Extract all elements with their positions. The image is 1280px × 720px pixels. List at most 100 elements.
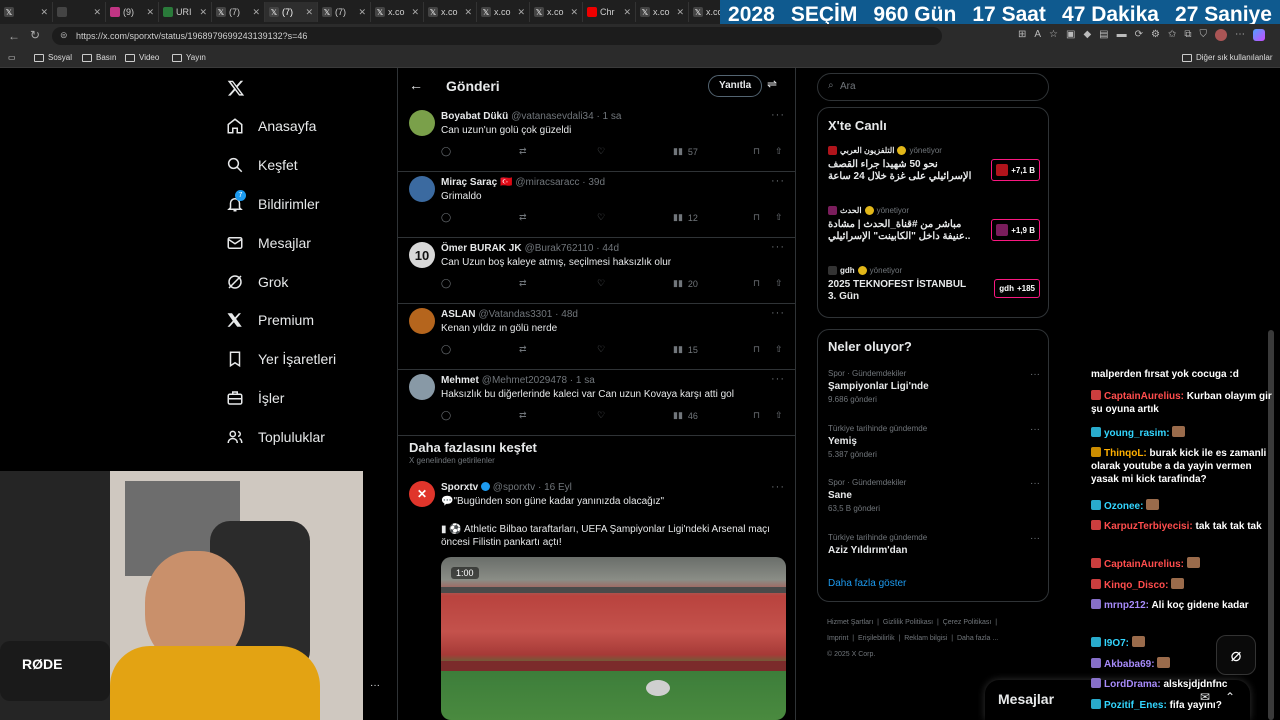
more-options-icon[interactable]: ··· [771,373,785,385]
bookmark-button[interactable]: ⊓ [753,344,760,355]
more-options-icon[interactable]: ··· [1030,424,1040,435]
more-options-icon[interactable]: ··· [1030,369,1040,380]
browser-tab[interactable]: 𝕏x.co ✕ [636,2,689,22]
close-tab-icon[interactable]: ✕ [570,7,578,18]
trend-item[interactable]: Türkiye tarihinde gündemde Aziz Yıldırım'… [828,533,1040,556]
extension-icon[interactable]: ⊞ [1018,29,1026,45]
retweet-button[interactable]: ⇄ [519,278,527,289]
bookmark-button[interactable]: ⊓ [753,278,760,289]
avatar[interactable]: 10 [409,242,435,268]
live-listener-badge[interactable]: gdh +185 [994,279,1040,298]
close-tab-icon[interactable]: ✕ [146,7,154,18]
browser-tab[interactable]: URI ✕ [159,2,212,22]
extension-icon[interactable]: ⟳ [1135,29,1143,45]
extension-icon[interactable]: ▬ [1117,29,1127,45]
footer-link[interactable]: Reklam bilgisi [904,635,947,642]
bookmark-button[interactable]: ⊓ [753,410,760,421]
bookmark-folder-video[interactable]: Video [125,53,159,62]
search-field[interactable]: ⌕ Ara [817,73,1049,101]
back-arrow-icon[interactable]: ← [409,77,423,93]
reply-author[interactable]: ASLAN @Vatandas3301 · 48d [441,309,578,320]
share-button[interactable]: ⇧ [775,212,783,223]
browser-tab[interactable]: 𝕏 (7) ✕ [318,2,371,22]
trend-item[interactable]: Spor · Gündemdekiler Şampiyonlar Ligi'nde… [828,369,1040,404]
more-options-icon[interactable]: ··· [771,481,785,493]
share-button[interactable]: ⇧ [775,344,783,355]
footer-link[interactable]: Gizlilik Politikası [883,619,933,626]
browser-tab[interactable]: 𝕏x.co ✕ [424,2,477,22]
settings-sliders-icon[interactable]: ⇌ [767,77,777,91]
favorites-icon[interactable]: ✩ [1168,29,1176,45]
more-options-icon[interactable]: ··· [1030,478,1040,489]
retweet-button[interactable]: ⇄ [519,212,527,223]
other-bookmarks[interactable]: Diğer sık kullanılanlar [1182,53,1272,62]
reply-post[interactable]: 10 Ömer BURAK JK @Burak762110 · 44d ··· Can … [398,238,795,304]
discover-post[interactable]: ✕ Sporxtv @sporxtv · 16 Eyl ··· 💬"Bugünd… [398,473,795,720]
more-options-icon[interactable]: ··· [771,109,785,121]
avatar[interactable] [409,374,435,400]
live-item[interactable]: الحدث yönetiyor مباشر من #قناة_الحدث | مشا… [828,206,1040,256]
more-options-icon[interactable]: ··· [771,175,785,187]
close-tab-icon[interactable]: ✕ [252,7,260,18]
reading-list-icon[interactable]: ▭ [8,53,16,62]
like-button[interactable]: ♡ [597,278,605,289]
bookmark-button[interactable]: ⊓ [753,212,760,223]
more-options-icon[interactable]: ··· [771,241,785,253]
reply-author[interactable]: Mehmet @Mehmet2029478 · 1 sa [441,375,595,386]
views-button[interactable]: ▮▮ 46 [673,410,698,421]
bookmark-folder-yayin[interactable]: Yayın [172,53,206,62]
trend-item[interactable]: Spor · Gündemdekiler Sane 63,5 B gönderi ··… [828,478,1040,513]
footer-link[interactable]: Çerez Politikası [943,619,992,626]
x-logo-icon[interactable] [227,79,245,97]
nav-item-premium[interactable]: Premium [226,311,314,329]
browser-tab[interactable]: 𝕏x.co ✕ [477,2,530,22]
live-listener-badge[interactable]: +1,9 B [991,219,1040,241]
like-button[interactable]: ♡ [597,410,605,421]
retweet-button[interactable]: ⇄ [519,410,527,421]
browser-tab[interactable]: (9) ✕ [106,2,159,22]
reply-post[interactable]: ASLAN @Vatandas3301 · 48d ··· Kenan yıldız … [398,304,795,370]
close-tab-icon[interactable]: ✕ [411,7,419,18]
reply-author[interactable]: Boyabat Dükü @vatanasevdali34 · 1 sa [441,111,621,122]
close-tab-icon[interactable]: ✕ [623,7,631,18]
close-tab-icon[interactable]: ✕ [305,7,313,18]
footer-link[interactable]: Erişilebilirlik [858,635,895,642]
share-button[interactable]: ⇧ [775,278,783,289]
reply-post[interactable]: Mehmet @Mehmet2029478 · 1 sa ··· Haksızlık … [398,370,795,436]
site-info-icon[interactable]: ⊜ [60,30,68,41]
bookmark-folder-basin[interactable]: Basın [82,53,116,62]
like-button[interactable]: ♡ [597,344,605,355]
browser-tab[interactable]: ✕ [53,2,106,22]
views-button[interactable]: ▮▮ 20 [673,278,698,289]
more-options-icon[interactable]: ··· [370,680,380,691]
live-item[interactable]: التلفزيون العربي yönetiyor نحو 50 شهيدا جر… [828,146,1040,196]
avatar[interactable] [409,176,435,202]
nav-item-mesajlar[interactable]: Mesajlar [226,234,311,252]
favorite-star-icon[interactable]: ☆ [1049,29,1058,45]
extension-icon[interactable]: ▤ [1099,29,1108,45]
comment-button[interactable]: ◯ [441,146,451,157]
views-button[interactable]: ▮▮ 57 [673,146,698,157]
browser-tab[interactable]: 𝕏x.co ✕ [530,2,583,22]
avatar[interactable]: ✕ [409,481,435,507]
close-tab-icon[interactable]: ✕ [676,7,684,18]
footer-link[interactable]: Hizmet Şartları [827,619,873,626]
menu-dots-icon[interactable]: ⋯ [1235,29,1245,45]
nav-item-topluluklar[interactable]: Topluluklar [226,428,325,446]
close-tab-icon[interactable]: ✕ [464,7,472,18]
read-aloud-icon[interactable]: A [1034,29,1041,45]
avatar[interactable] [409,110,435,136]
more-options-icon[interactable]: ··· [771,307,785,319]
profile-avatar[interactable] [1215,29,1227,41]
reply-author[interactable]: Miraç Saraç 🇹🇷 @miracsaracc · 39d [441,177,605,188]
bookmark-button[interactable]: ⊓ [753,146,760,157]
close-tab-icon[interactable]: ✕ [358,7,366,18]
extension-icon[interactable]: ⚙ [1151,29,1160,45]
nav-item-anasayfa[interactable]: Anasayfa [226,117,316,135]
nav-item-keşfet[interactable]: Keşfet [226,156,298,174]
show-more-link[interactable]: Daha fazla göster [828,578,906,589]
browser-tab[interactable]: 𝕏 (7) ✕ [212,2,265,22]
live-item[interactable]: gdh yönetiyor 2025 TEKNOFEST İSTANBUL 3. G… [828,266,1040,316]
like-button[interactable]: ♡ [597,212,605,223]
footer-link[interactable]: Daha fazla ... [957,635,998,642]
